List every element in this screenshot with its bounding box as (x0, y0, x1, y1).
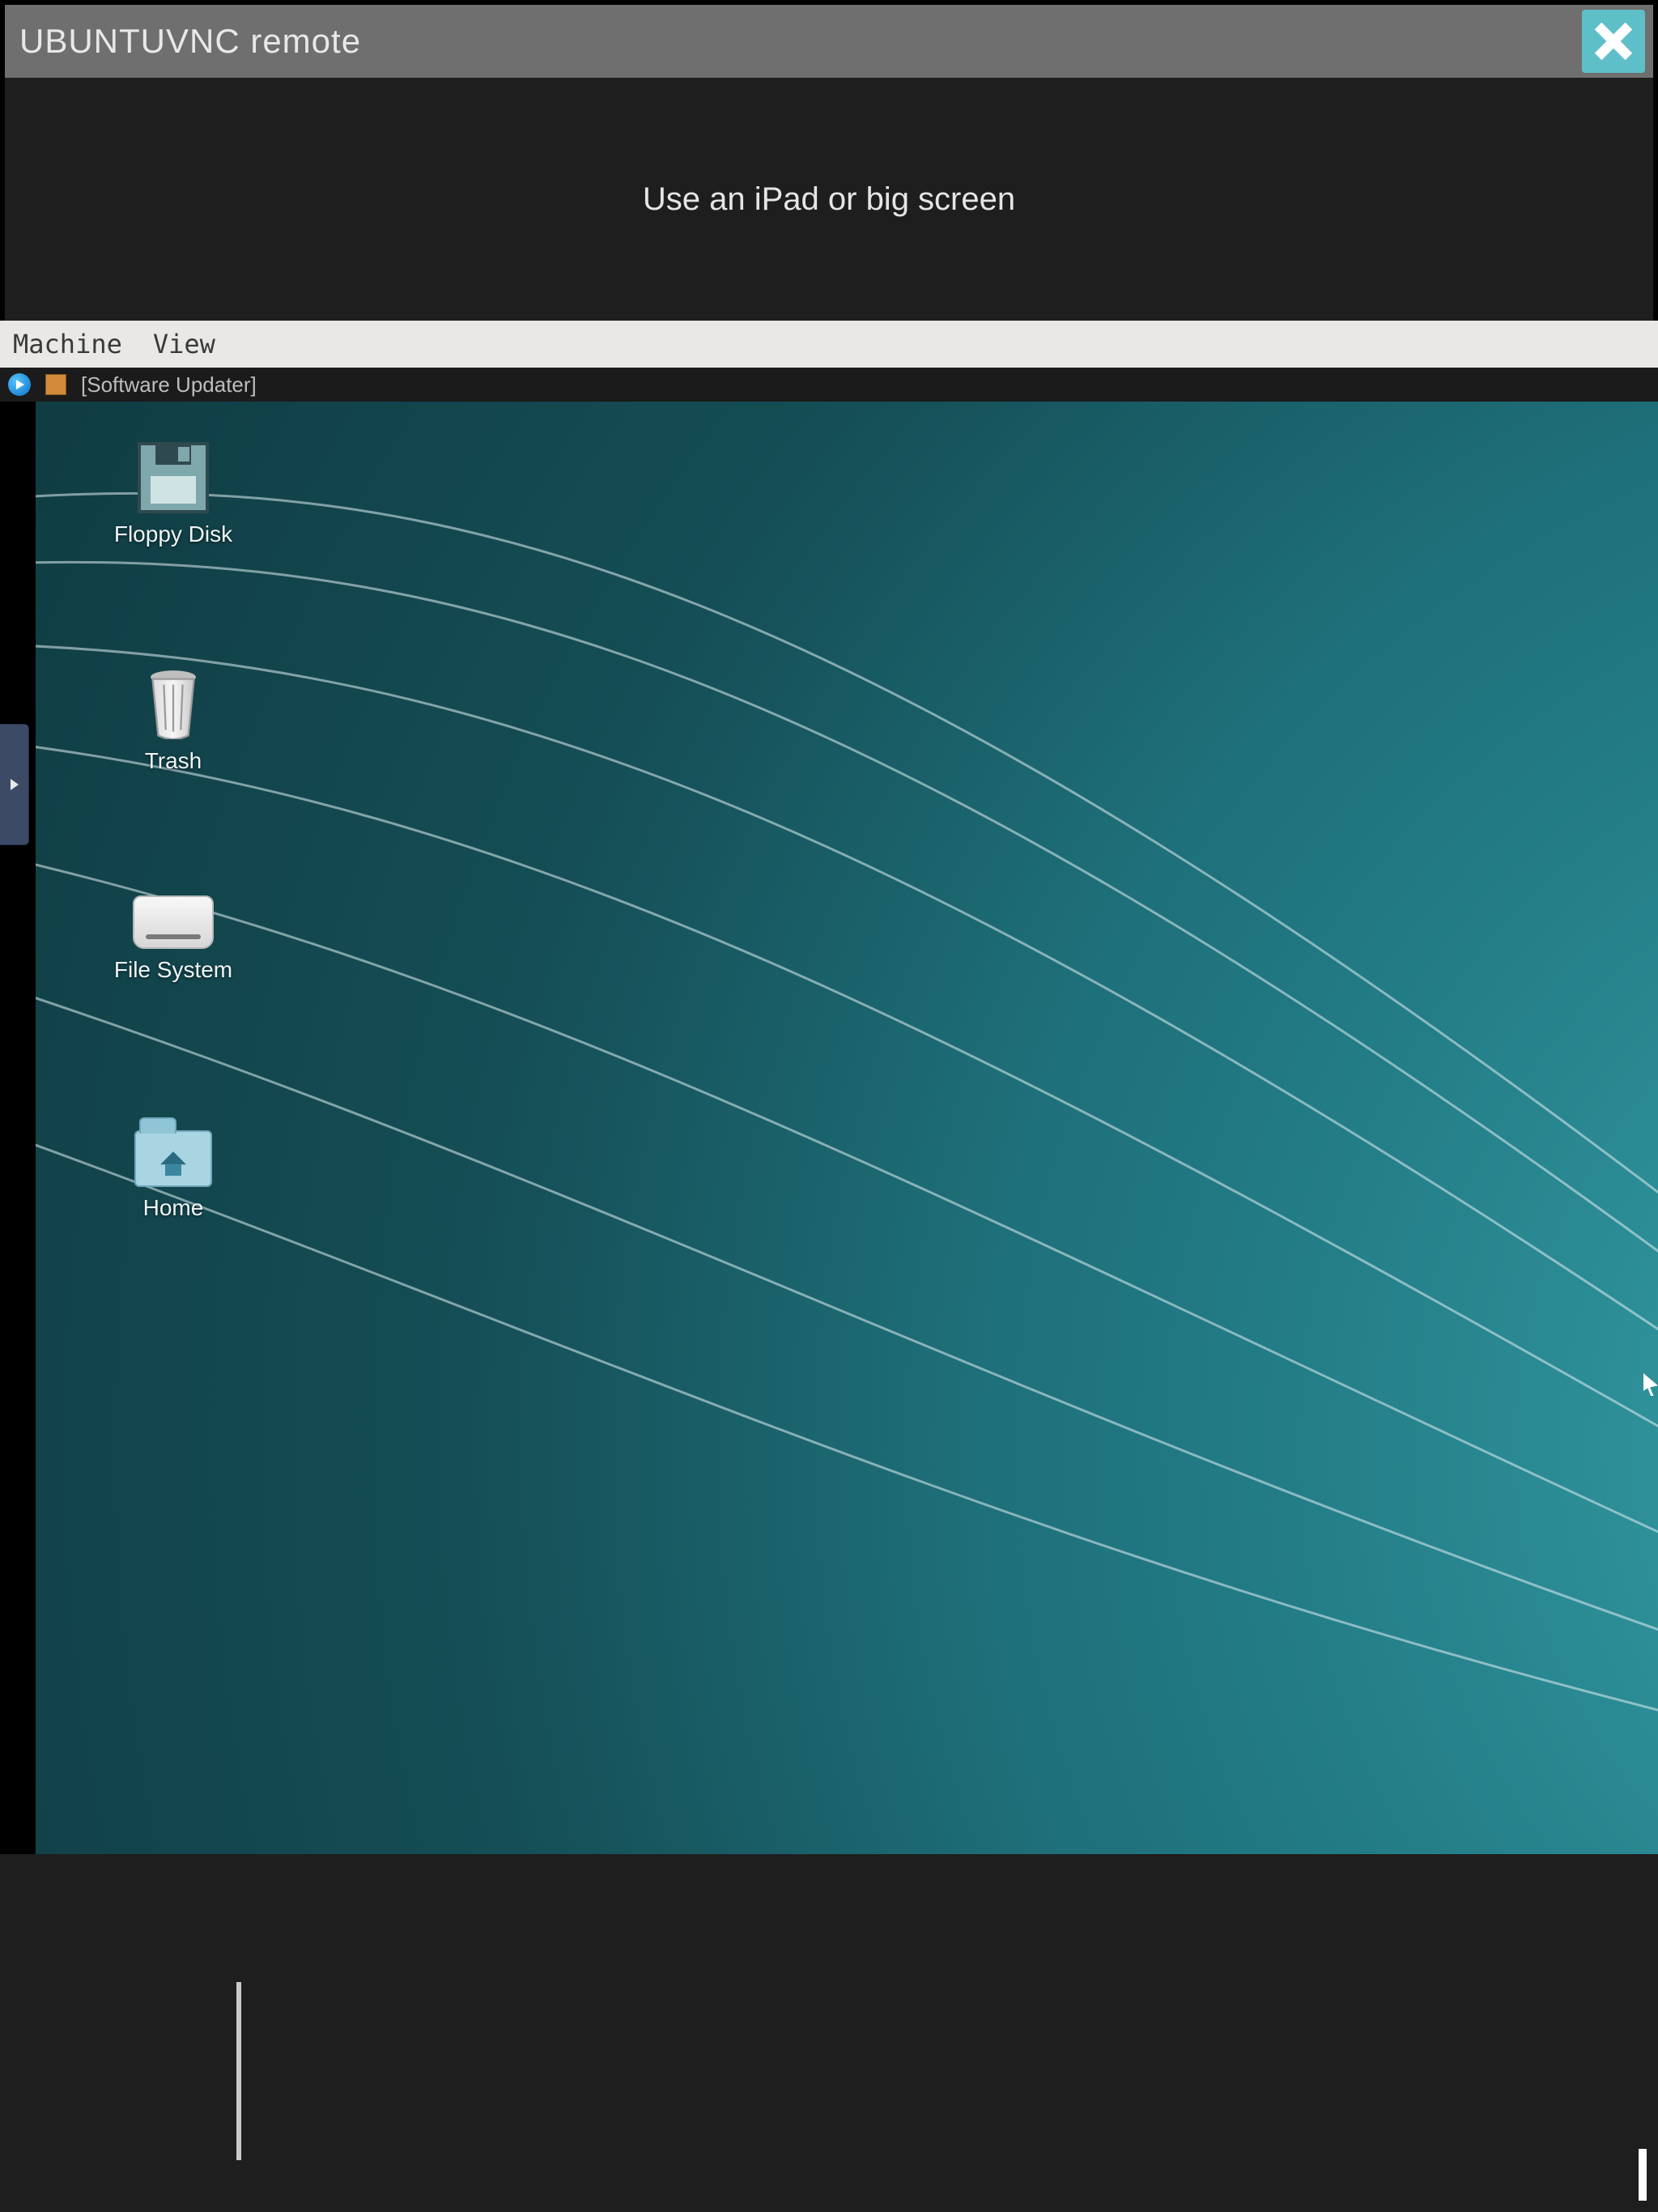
close-button[interactable] (1582, 10, 1645, 73)
panel-slideout-handle[interactable] (0, 724, 29, 845)
vm-menubar: Machine View (0, 321, 1658, 368)
menu-view[interactable]: View (153, 329, 215, 359)
desktop-icon-floppy[interactable]: Floppy Disk (92, 442, 254, 547)
app-titlebar: UBUNTUVNC remote (5, 5, 1653, 78)
desktop-wallpaper[interactable]: Floppy Disk (36, 402, 1658, 1854)
desktop-icon-filesystem[interactable]: File System (92, 895, 254, 983)
desktop-icon-label: File System (114, 957, 232, 983)
desktop-icon-home[interactable]: Home (92, 1130, 254, 1221)
mouse-cursor (1643, 1373, 1658, 1396)
divider-tick (236, 1982, 241, 2160)
footer-region (0, 1854, 1658, 2212)
taskbar-app-label[interactable]: [Software Updater] (81, 372, 257, 398)
app-title: UBUNTUVNC remote (19, 22, 361, 61)
hint-text: Use an iPad or big screen (643, 181, 1015, 218)
taskbar-app-icon[interactable] (45, 374, 66, 395)
menu-machine[interactable]: Machine (13, 329, 122, 359)
desktop-icon-label: Floppy Disk (114, 521, 232, 547)
text-caret (1639, 2149, 1647, 2201)
trash-icon (138, 669, 209, 740)
desktop-viewport: [Software Updater] Floppy Disk (0, 368, 1658, 1854)
desktop-icon-trash[interactable]: Trash (92, 669, 254, 774)
close-icon (1592, 19, 1635, 63)
whisker-menu-icon[interactable] (8, 373, 31, 396)
xfce-panel: [Software Updater] (0, 368, 1658, 402)
drive-icon (133, 895, 214, 949)
desktop-icon-label: Home (143, 1195, 204, 1221)
hint-banner: Use an iPad or big screen (5, 78, 1653, 321)
desktop-icon-label: Trash (145, 748, 202, 774)
home-folder-icon (134, 1130, 212, 1187)
wallpaper-lines (36, 402, 1658, 1854)
floppy-icon (138, 442, 209, 513)
